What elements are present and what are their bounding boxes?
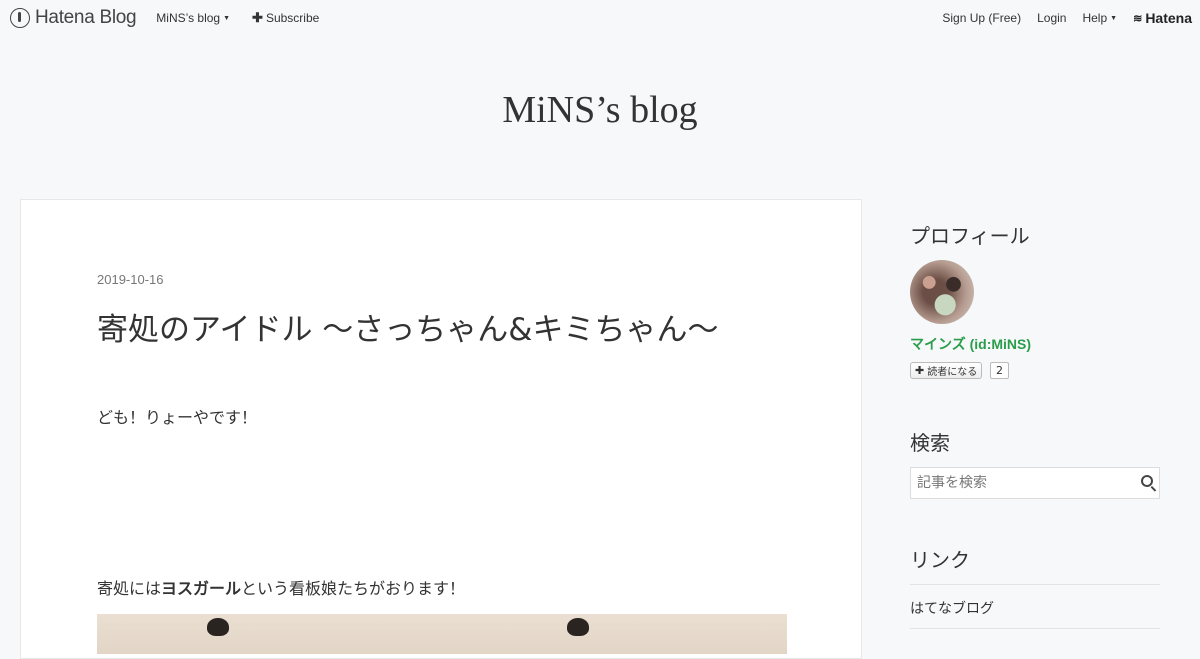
- help-label: Help: [1082, 11, 1108, 25]
- subscriber-count[interactable]: 2: [990, 362, 1009, 379]
- subscribe-button-label: 読者になる: [927, 367, 978, 378]
- entry-photo: [97, 614, 787, 654]
- plus-icon: ✚: [915, 364, 925, 377]
- plus-icon: ✚: [252, 10, 263, 25]
- global-header: Hatena Blog MiNS’s blog ▼ ✚ Subscribe Si…: [0, 0, 1200, 36]
- subscribe-label: Subscribe: [265, 11, 320, 25]
- blog-menu[interactable]: MiNS’s blog ▼: [156, 11, 230, 25]
- lamp-shape: [207, 618, 229, 636]
- entry-text: 寄処には: [97, 579, 162, 598]
- links-heading: リンク: [910, 548, 970, 572]
- search-icon[interactable]: [1141, 475, 1153, 487]
- hatena-logo-icon: ≋: [1133, 12, 1143, 25]
- help-menu[interactable]: Help ▼: [1082, 11, 1117, 25]
- entry-paragraph: ども！りょーやです！: [97, 408, 258, 427]
- caret-down-icon: ▼: [223, 14, 231, 22]
- entry-title[interactable]: 寄処のアイドル 〜さっちゃん&キミちゃん〜: [97, 304, 817, 349]
- signup-link[interactable]: Sign Up (Free): [942, 11, 1021, 25]
- subscribe-button[interactable]: ✚ 読者になる: [910, 362, 983, 379]
- entry-text: という看板娘たちがおります！: [241, 579, 466, 598]
- blog-title[interactable]: MiNS’s blog: [0, 88, 1200, 132]
- entry-bold-text: ヨスガール: [161, 579, 242, 598]
- login-label: Login: [1037, 11, 1067, 25]
- blog-menu-label: MiNS’s blog: [156, 11, 221, 25]
- lamp-shape: [567, 618, 589, 636]
- search-input[interactable]: [911, 468, 1127, 498]
- caret-down-icon: ▼: [1110, 14, 1118, 22]
- hatena-label: Hatena: [1145, 10, 1192, 26]
- signup-label: Sign Up (Free): [942, 11, 1022, 25]
- link-item-hatena-blog[interactable]: はてなブログ: [910, 598, 994, 618]
- hatena-blog-logo-icon: [10, 8, 30, 28]
- entry-date[interactable]: 2019-10-16: [97, 272, 164, 287]
- divider: [910, 584, 1160, 585]
- profile-name[interactable]: マインズ (id:MiNS): [910, 334, 1031, 354]
- hatena-blog-logo[interactable]: Hatena Blog: [10, 7, 137, 29]
- search-box: [910, 467, 1160, 499]
- profile-heading: プロフィール: [910, 224, 1030, 248]
- login-link[interactable]: Login: [1037, 11, 1066, 25]
- search-heading: 検索: [910, 431, 950, 455]
- avatar[interactable]: [910, 260, 974, 324]
- hatena-link[interactable]: ≋ Hatena: [1133, 10, 1192, 26]
- entry-paragraph: 寄処にはヨスガールという看板娘たちがおります！: [97, 575, 465, 599]
- subscribe-link[interactable]: ✚ Subscribe: [252, 10, 319, 26]
- divider: [910, 628, 1160, 629]
- logo-text: Hatena Blog: [35, 7, 137, 28]
- entry-panel: 2019-10-16 寄処のアイドル 〜さっちゃん&キミちゃん〜 ども！りょーや…: [20, 199, 862, 659]
